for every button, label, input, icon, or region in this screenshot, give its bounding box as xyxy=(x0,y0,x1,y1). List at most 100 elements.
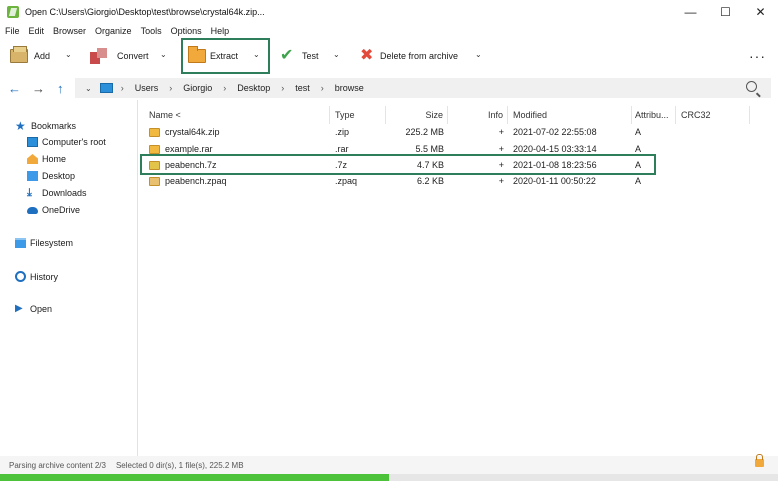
convert-dropdown-chevron-icon[interactable]: ⌄ xyxy=(160,50,167,59)
sidebar-item-filesystem[interactable]: Filesystem xyxy=(15,238,73,248)
title-bar: Open C:\Users\Giorgio\Desktop\test\brows… xyxy=(0,0,778,24)
file-attributes: A xyxy=(635,176,642,186)
window-title: Open C:\Users\Giorgio\Desktop\test\brows… xyxy=(25,7,265,17)
sidebar-item-label: Desktop xyxy=(42,171,76,181)
breadcrumb-separator: › xyxy=(120,83,124,93)
add-button[interactable]: Add xyxy=(10,38,50,74)
file-modified: 2020-01-11 00:50:22 xyxy=(513,176,596,186)
file-name: peabench.zpaq xyxy=(165,176,227,186)
checkmark-icon: ✔ xyxy=(280,47,294,64)
sidebar-item-downloads[interactable]: ⤓ Downloads xyxy=(27,188,87,199)
convert-icon xyxy=(90,48,108,64)
close-button[interactable]: ✕ xyxy=(743,0,778,24)
desktop-icon xyxy=(27,171,38,181)
column-header-info[interactable]: Info xyxy=(448,106,508,124)
sidebar-item-open[interactable]: ▶ Open xyxy=(15,303,53,315)
breadcrumb: ⌄ › Users › Giorgio › Desktop › test › b… xyxy=(75,78,771,98)
menu-tools[interactable]: Tools xyxy=(141,26,162,36)
play-arrow-icon: ▶ xyxy=(15,303,23,314)
more-options-icon[interactable]: ··· xyxy=(749,48,766,64)
lock-icon[interactable] xyxy=(755,454,764,467)
test-label: Test xyxy=(302,51,319,61)
folder-icon xyxy=(15,238,26,248)
file-name: crystal64k.zip xyxy=(165,127,220,137)
delete-dropdown-chevron-icon[interactable]: ⌄ xyxy=(475,50,482,59)
sidebar-item-label: Open xyxy=(30,304,53,314)
add-label: Add xyxy=(34,51,51,61)
app-logo-icon xyxy=(7,6,19,18)
breadcrumb-test[interactable]: test xyxy=(295,83,310,93)
sidebar-item-history[interactable]: History xyxy=(15,271,58,282)
back-arrow-icon[interactable]: ← xyxy=(8,81,21,96)
progress-bar xyxy=(0,474,778,481)
selection-highlight-box xyxy=(140,154,656,175)
sidebar: ★ Bookmarks Computer's root Home Desktop… xyxy=(0,100,138,456)
column-header-name[interactable]: Name < xyxy=(144,106,330,124)
toolbar: Add ⌄ Convert ⌄ Extract ⌄ ✔ Test ⌄ ✖ Del… xyxy=(0,38,778,74)
file-list-header: Name < Type Size Info Modified Attribu..… xyxy=(140,106,760,124)
column-header-type[interactable]: Type xyxy=(330,106,386,124)
cloud-icon xyxy=(27,206,38,214)
sidebar-item-desktop[interactable]: Desktop xyxy=(27,171,75,181)
archive-file-icon xyxy=(149,176,160,186)
file-attributes: A xyxy=(635,127,642,137)
parsing-status: Parsing archive content 2/3 xyxy=(9,460,106,470)
file-type: .zip xyxy=(335,127,350,137)
table-row[interactable]: crystal64k.zip .zip 225.2 MB + 2021-07-0… xyxy=(140,124,760,140)
add-dropdown-chevron-icon[interactable]: ⌄ xyxy=(65,50,72,59)
menu-file[interactable]: File xyxy=(5,26,20,36)
sidebar-item-home[interactable]: Home xyxy=(27,154,66,164)
breadcrumb-giorgio[interactable]: Giorgio xyxy=(183,83,212,93)
breadcrumb-dropdown-chevron-icon[interactable]: ⌄ xyxy=(85,84,92,93)
test-dropdown-chevron-icon[interactable]: ⌄ xyxy=(333,50,340,59)
sidebar-item-label: Computer's root xyxy=(42,137,106,147)
breadcrumb-desktop[interactable]: Desktop xyxy=(237,83,270,93)
column-header-size[interactable]: Size xyxy=(386,106,448,124)
table-row[interactable]: peabench.zpaq .zpaq 6.2 KB + 2020-01-11 … xyxy=(140,173,760,189)
progress-bar-fill xyxy=(0,474,389,481)
breadcrumb-users[interactable]: Users xyxy=(135,83,159,93)
file-size: 6.2 KB xyxy=(416,176,444,186)
maximize-button[interactable]: ☐ xyxy=(708,0,743,24)
search-icon[interactable] xyxy=(746,81,757,92)
menu-browser[interactable]: Browser xyxy=(53,26,86,36)
file-info: + xyxy=(498,127,504,137)
home-icon xyxy=(27,154,38,164)
archive-file-icon xyxy=(149,127,160,137)
menu-edit[interactable]: Edit xyxy=(29,26,45,36)
test-button[interactable]: ✔ Test xyxy=(280,38,319,74)
column-header-attributes[interactable]: Attribu... xyxy=(632,106,676,124)
archive-file-icon xyxy=(149,144,160,154)
sidebar-item-label: Home xyxy=(42,154,67,164)
file-type: .zpaq xyxy=(335,176,358,186)
menu-organize[interactable]: Organize xyxy=(95,26,132,36)
sidebar-item-bookmarks[interactable]: ★ Bookmarks xyxy=(15,120,77,132)
sidebar-item-label: History xyxy=(30,271,59,282)
selection-status: Selected 0 dir(s), 1 file(s), 225.2 MB xyxy=(115,460,244,470)
column-header-crc32[interactable]: CRC32 xyxy=(676,106,750,124)
delete-label: Delete from archive xyxy=(380,51,459,61)
sidebar-item-computers-root[interactable]: Computer's root xyxy=(27,137,106,147)
delete-button[interactable]: ✖ Delete from archive xyxy=(360,38,458,74)
sidebar-item-label: Bookmarks xyxy=(31,121,77,131)
breadcrumb-separator: › xyxy=(281,83,285,93)
up-arrow-icon[interactable]: ↑ xyxy=(57,81,64,96)
address-bar: ← → ↑ ⌄ › Users › Giorgio › Desktop › te… xyxy=(0,76,778,100)
extract-highlight-box xyxy=(181,38,270,74)
menu-help[interactable]: Help xyxy=(211,26,230,36)
minimize-button[interactable]: — xyxy=(673,0,708,24)
sidebar-item-onedrive[interactable]: OneDrive xyxy=(27,205,80,215)
convert-button[interactable]: Convert xyxy=(90,38,149,74)
file-modified: 2021-07-02 22:55:08 xyxy=(513,127,597,137)
file-info: + xyxy=(498,176,504,186)
breadcrumb-separator: › xyxy=(169,83,173,93)
status-bar: Parsing archive content 2/3 Selected 0 d… xyxy=(0,454,778,474)
column-header-modified[interactable]: Modified xyxy=(508,106,632,124)
menu-options[interactable]: Options xyxy=(171,26,202,36)
breadcrumb-browse[interactable]: browse xyxy=(335,83,364,93)
monitor-icon xyxy=(27,137,38,147)
breadcrumb-separator: › xyxy=(223,83,227,93)
computer-icon[interactable] xyxy=(99,83,113,93)
file-name: example.rar xyxy=(165,144,213,154)
forward-arrow-icon[interactable]: → xyxy=(32,81,45,96)
